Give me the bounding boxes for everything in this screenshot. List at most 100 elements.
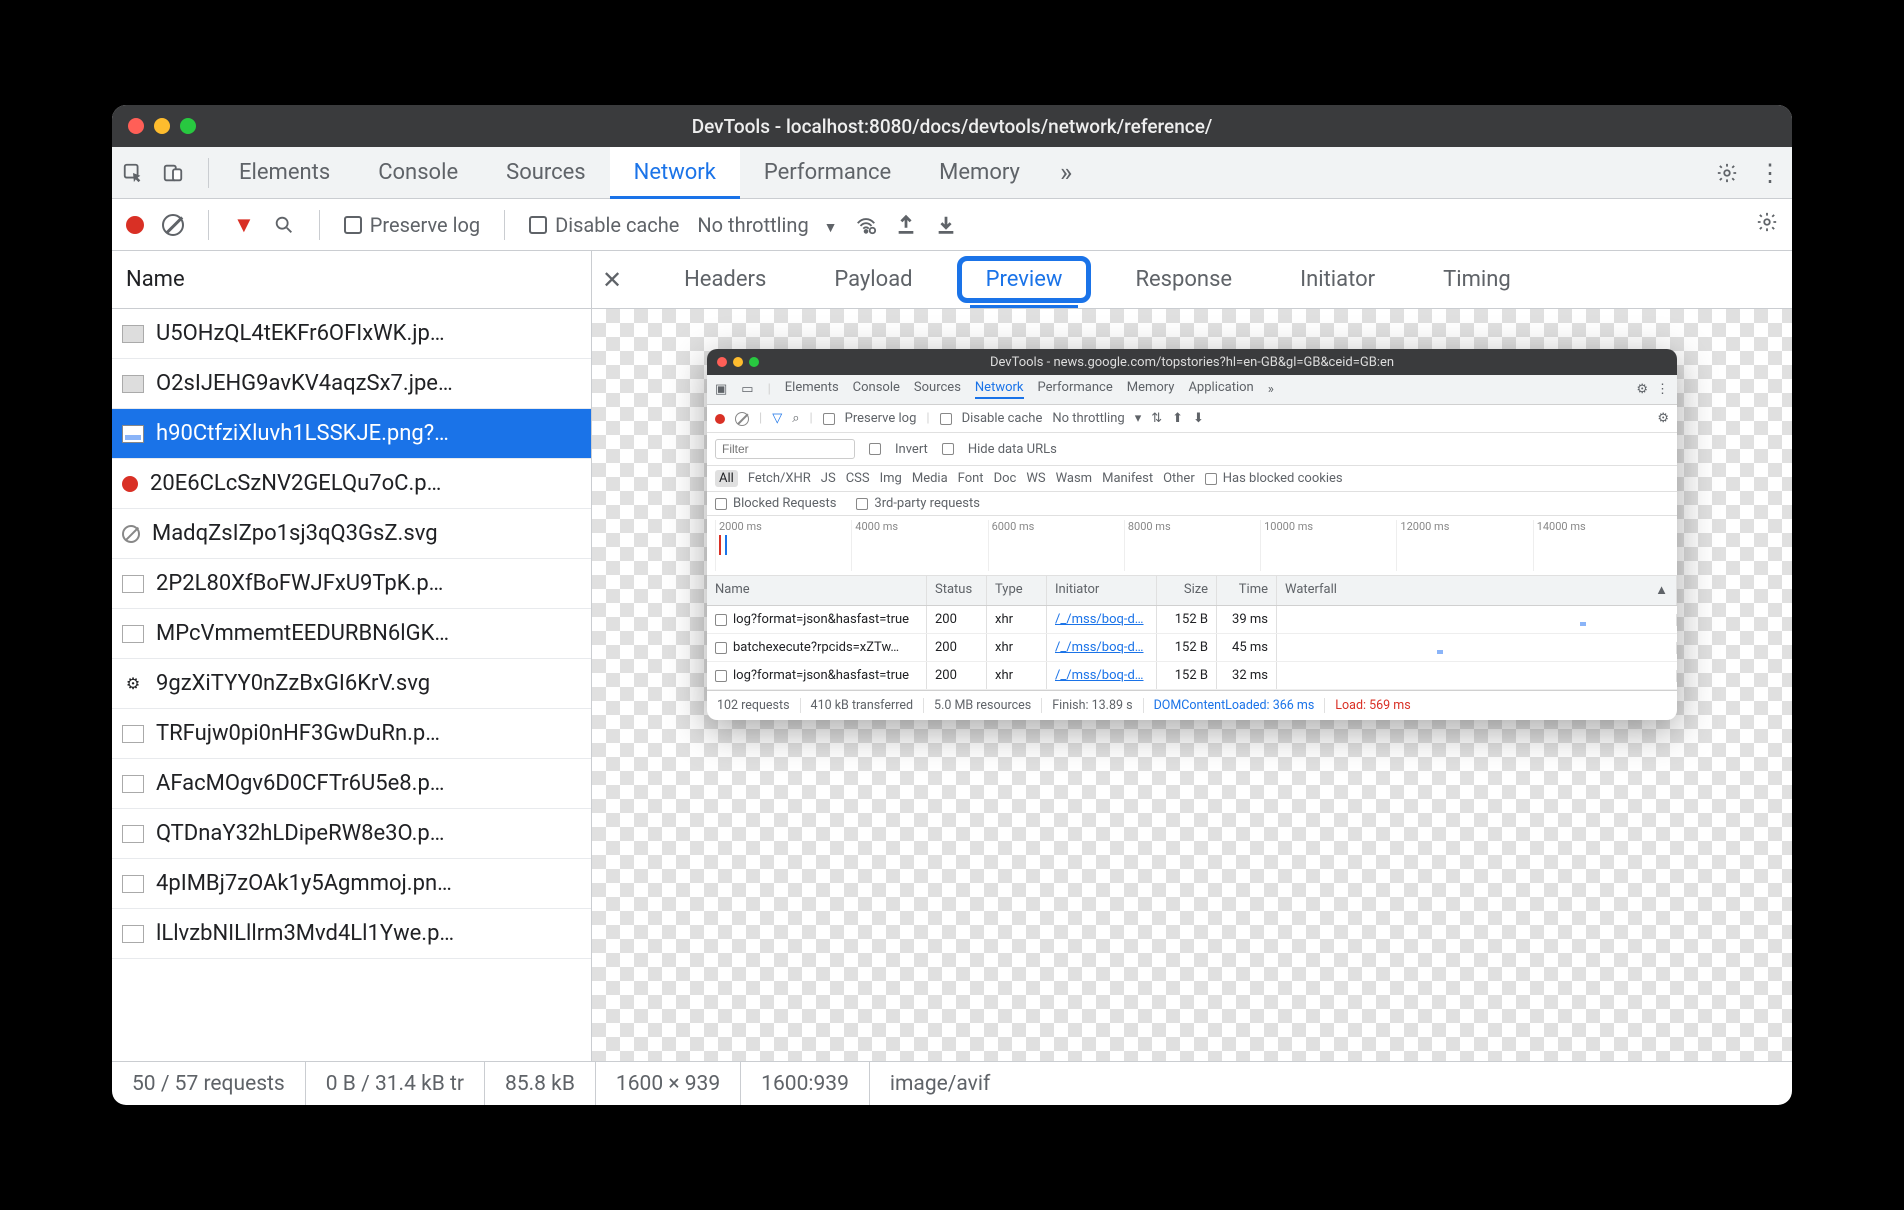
chevron-down-icon: ▾ xyxy=(1135,411,1142,426)
inner-tab-memory: Memory xyxy=(1127,380,1175,399)
inner-3rd-party-checkbox xyxy=(856,498,868,510)
inner-timeline-marker xyxy=(725,535,727,555)
request-row[interactable]: O2sIJEHG9avKV4aqzSx7.jpe… xyxy=(112,359,591,409)
col-size: Size xyxy=(1157,576,1217,605)
device-toggle-icon[interactable] xyxy=(162,162,184,184)
tab-console[interactable]: Console xyxy=(354,147,482,198)
request-row[interactable]: 2P2L80XfBoFWJFxU9TpK.p… xyxy=(112,559,591,609)
timeline-tick: 8000 ms xyxy=(1124,520,1260,571)
tab-memory[interactable]: Memory xyxy=(915,147,1044,198)
request-row[interactable]: lLlvzbNILllrm3Mvd4Ll1Ywe.p… xyxy=(112,909,591,959)
close-button[interactable] xyxy=(128,118,144,134)
preview-image: DevTools - news.google.com/topstories?hl… xyxy=(707,349,1677,720)
inner-type-doc: Doc xyxy=(994,471,1017,486)
clear-button[interactable] xyxy=(162,214,184,236)
inner-toolbar: | ▽ ⌕ | Preserve log | Disable cache No … xyxy=(707,405,1677,433)
col-type: Type xyxy=(987,576,1047,605)
detail-tabs: ✕ Headers Payload Preview Response Initiator… xyxy=(592,251,1792,309)
tab-network[interactable]: Network xyxy=(610,147,740,198)
more-tabs-button[interactable]: » xyxy=(1044,158,1088,188)
kebab-menu-icon[interactable]: ⋮ xyxy=(1758,159,1782,187)
inner-window-title: DevTools - news.google.com/topstories?hl… xyxy=(707,355,1677,370)
minimize-button[interactable] xyxy=(154,118,170,134)
inner-gear-icon: ⚙ xyxy=(1657,411,1669,426)
request-row[interactable]: U5OHzQL4tEKFr6OFIxWK.jp… xyxy=(112,309,591,359)
inspect-icon[interactable] xyxy=(122,162,144,184)
filter-icon[interactable]: ▼ xyxy=(233,212,255,238)
search-icon[interactable] xyxy=(273,214,295,236)
network-toolbar: ▼ Preserve log Disable cache No throttli… xyxy=(112,199,1792,251)
settings-icon[interactable] xyxy=(1716,162,1738,184)
preserve-log-label: Preserve log xyxy=(370,213,480,237)
detail-tab-payload[interactable]: Payload xyxy=(826,263,920,296)
tab-sources[interactable]: Sources xyxy=(482,147,610,198)
inner-filter-input xyxy=(715,439,855,459)
inner-invert-label: Invert xyxy=(895,442,928,457)
inner-request-row: log?format=json&hasfast=true200xhr/_/mss… xyxy=(707,606,1677,634)
detail-tab-timing[interactable]: Timing xyxy=(1435,263,1519,296)
inner-status-load: Load: 569 ms xyxy=(1325,698,1420,713)
inner-blocked-checkbox xyxy=(715,498,727,510)
inner-tab-console: Console xyxy=(853,380,900,399)
inner-wifi-icon: ⇅ xyxy=(1151,411,1162,426)
record-button[interactable] xyxy=(126,216,144,234)
disable-cache-label: Disable cache xyxy=(555,213,679,237)
inner-timeline: 2000 ms4000 ms6000 ms8000 ms10000 ms1200… xyxy=(707,516,1677,576)
upload-har-icon[interactable] xyxy=(895,214,917,236)
inner-type-media: Media xyxy=(912,471,948,486)
request-row[interactable]: AFacMOgv6D0CFTr6U5e8.p… xyxy=(112,759,591,809)
tab-elements[interactable]: Elements xyxy=(215,147,354,198)
inner-upload-icon: ⬆ xyxy=(1172,411,1183,426)
inner-type-css: CSS xyxy=(846,471,870,486)
chevron-down-icon: ▼ xyxy=(824,220,838,236)
detail-tab-headers[interactable]: Headers xyxy=(676,263,774,296)
download-har-icon[interactable] xyxy=(935,214,957,236)
request-row[interactable]: MadqZsIZpo1sj3qQ3GsZ.svg xyxy=(112,509,591,559)
inner-device-icon: ▭ xyxy=(741,382,753,397)
inner-table-body: log?format=json&hasfast=true200xhr/_/mss… xyxy=(707,606,1677,690)
timeline-tick: 4000 ms xyxy=(851,520,987,571)
inner-more-tabs: » xyxy=(1268,382,1274,397)
inner-type-fetch-xhr: Fetch/XHR xyxy=(748,471,811,486)
traffic-lights xyxy=(128,118,196,134)
detail-tab-initiator[interactable]: Initiator xyxy=(1292,263,1383,296)
divider xyxy=(504,210,505,240)
timeline-tick: 10000 ms xyxy=(1260,520,1396,571)
status-dimensions: 1600 × 939 xyxy=(596,1062,741,1105)
throttling-dropdown[interactable]: No throttling ▼ xyxy=(697,213,837,237)
request-row[interactable]: MPcVmmemtEEDURBN6lGK… xyxy=(112,609,591,659)
preview-area[interactable]: DevTools - news.google.com/topstories?hl… xyxy=(592,309,1792,1061)
inner-search-icon: ⌕ xyxy=(792,411,799,426)
request-row[interactable]: TRFujw0pi0nHF3GwDuRn.p… xyxy=(112,709,591,759)
name-column-header[interactable]: Name xyxy=(112,251,591,309)
inner-type-font: Font xyxy=(958,471,984,486)
request-row[interactable]: 4pIMBj7zOAk1y5Agmmoj.pn… xyxy=(112,859,591,909)
status-mime: image/avif xyxy=(870,1062,1010,1105)
file-list: U5OHzQL4tEKFr6OFIxWK.jp…O2sIJEHG9avKV4aq… xyxy=(112,309,591,1061)
preserve-log-checkbox[interactable]: Preserve log xyxy=(344,213,480,237)
throttling-label: No throttling xyxy=(697,213,808,237)
inner-tab-elements: Elements xyxy=(785,380,839,399)
disable-cache-checkbox[interactable]: Disable cache xyxy=(529,213,679,237)
request-row[interactable]: ⚙9gzXiTYY0nZzBxGI6KrV.svg xyxy=(112,659,591,709)
request-row[interactable]: 20E6CLcSzNV2GELQu7oC.p… xyxy=(112,459,591,509)
close-details-button[interactable]: ✕ xyxy=(602,266,632,294)
inner-status-bar: 102 requests 410 kB transferred 5.0 MB r… xyxy=(707,690,1677,720)
request-name: 20E6CLcSzNV2GELQu7oC.p… xyxy=(150,471,441,496)
request-name: TRFujw0pi0nHF3GwDuRn.p… xyxy=(156,721,440,746)
detail-tab-response[interactable]: Response xyxy=(1127,263,1240,296)
network-conditions-icon[interactable] xyxy=(855,214,877,236)
tab-performance[interactable]: Performance xyxy=(740,147,915,198)
detail-panel: ✕ Headers Payload Preview Response Initiator… xyxy=(592,251,1792,1061)
request-row[interactable]: QTDnaY32hLDipeRW8e3O.p… xyxy=(112,809,591,859)
request-row[interactable]: h90CtfziXluvh1LSSKJE.png?… xyxy=(112,409,591,459)
inner-type-ws: WS xyxy=(1026,471,1045,486)
inner-type-js: JS xyxy=(821,471,836,486)
settings-icon[interactable] xyxy=(1756,211,1778,233)
inner-table-header: Name Status Type Initiator Size Time Wat… xyxy=(707,576,1677,606)
maximize-button[interactable] xyxy=(180,118,196,134)
request-name: MPcVmmemtEEDURBN6lGK… xyxy=(156,621,449,646)
detail-tab-preview[interactable]: Preview xyxy=(978,263,1071,296)
inner-type-filters: AllFetch/XHRJSCSSImgMediaFontDocWSWasmMa… xyxy=(707,466,1677,492)
inner-settings-icon: ⚙ xyxy=(1636,382,1648,397)
